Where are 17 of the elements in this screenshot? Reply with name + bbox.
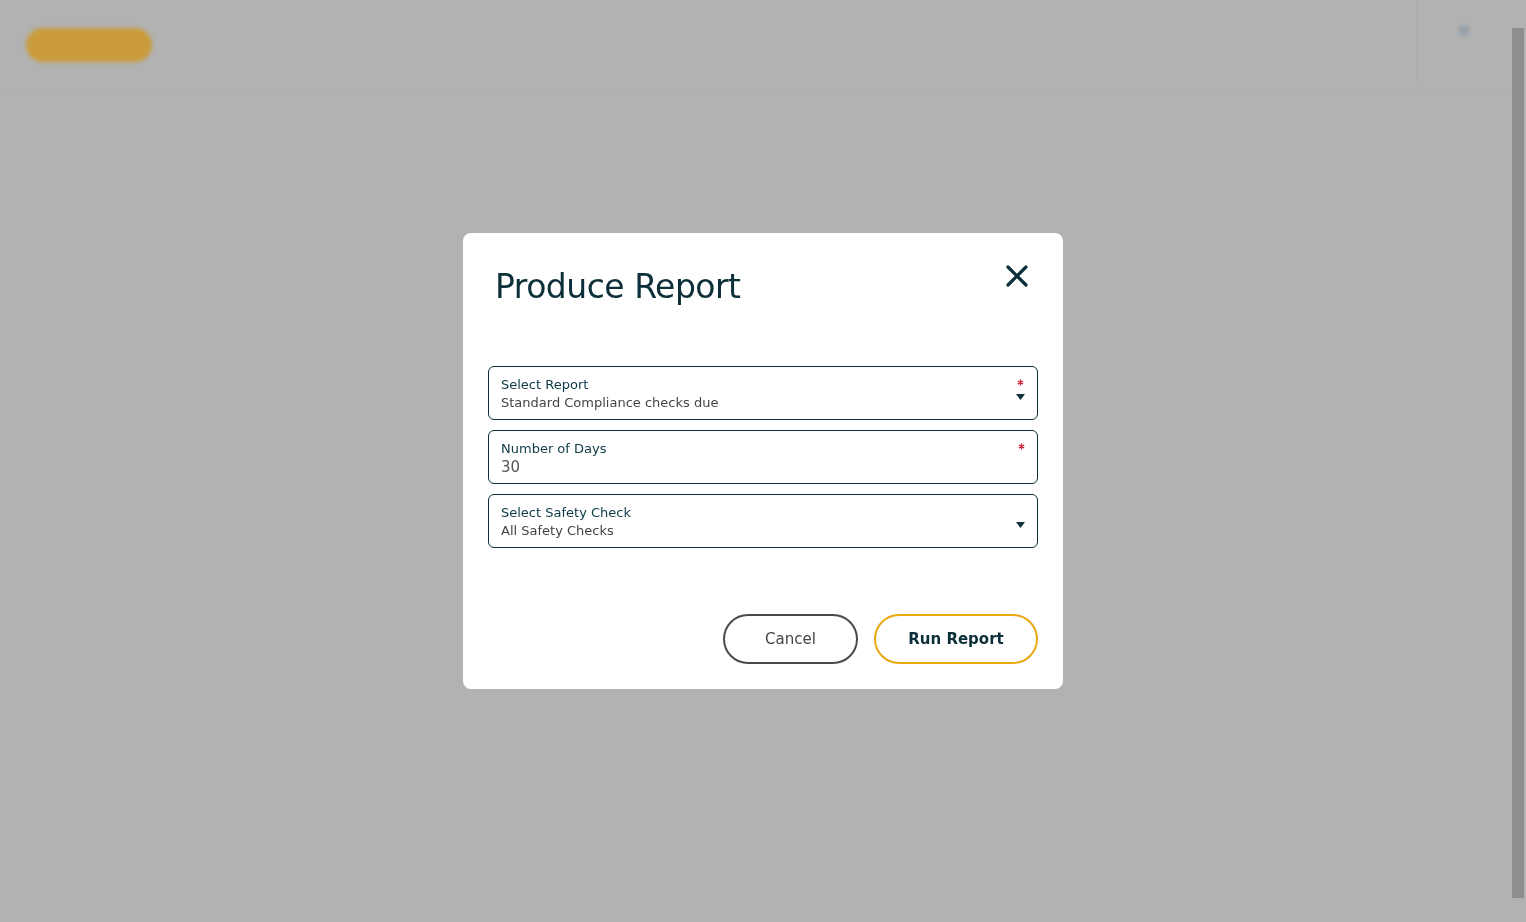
field-label: Select Safety Check [501,504,631,522]
caret-icon [1016,522,1025,528]
caret-icon [1016,394,1025,400]
field-value: 30 [501,458,522,476]
dropdown-field[interactable]: Select Safety Check All Safety Checks [488,494,1038,548]
blurred-icon [1456,24,1471,38]
dropdown-field[interactable]: Select Report Standard Compliance checks due [488,366,1038,420]
close-button[interactable] [1006,265,1028,287]
cancel-button[interactable]: Cancel [723,614,858,664]
input-field[interactable]: Number of Days 30 [488,430,1038,484]
field-label: Number of Days [501,440,607,458]
field-value: Standard Compliance checks due [501,394,719,412]
run-button[interactable]: Run Report [874,614,1038,664]
close-icon [1006,265,1028,287]
field-value: All Safety Checks [501,522,615,540]
dialog-title: Produce Report [495,267,741,306]
field-label: Select Report [501,376,590,394]
